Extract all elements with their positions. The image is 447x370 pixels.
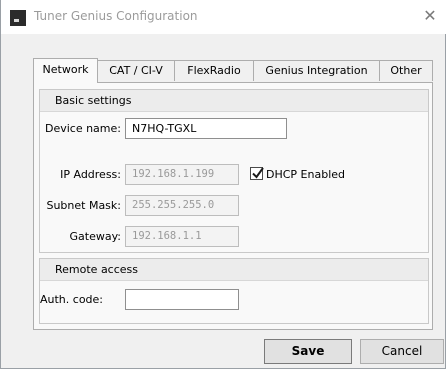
dhcp-checkbox[interactable] xyxy=(250,167,264,180)
subnet-mask-input[interactable]: 255.255.255.0 xyxy=(125,195,239,216)
subnet-mask-label: Subnet Mask: xyxy=(46,199,121,212)
remote-access-heading: Remote access xyxy=(40,259,428,281)
dhcp-label: DHCP Enabled xyxy=(266,168,346,181)
tab-network[interactable]: Network xyxy=(33,58,98,83)
config-window: Tuner Genius Configuration ✕ Network CAT… xyxy=(0,0,447,369)
gateway-label: Gateway: xyxy=(69,230,122,243)
remote-access-group: Remote access Auth. code: xyxy=(39,258,429,324)
ip-address-input[interactable]: 192.168.1.199 xyxy=(125,164,239,185)
app-icon xyxy=(10,10,26,26)
cancel-button[interactable]: Cancel xyxy=(360,339,444,364)
close-icon[interactable]: ✕ xyxy=(422,7,438,25)
tab-cat-civ[interactable]: CAT / CI-V xyxy=(97,60,175,81)
auth-code-label: Auth. code: xyxy=(40,293,104,306)
title-bar: Tuner Genius Configuration ✕ xyxy=(1,0,447,34)
gateway-input[interactable]: 192.168.1.1 xyxy=(125,226,239,247)
window-title: Tuner Genius Configuration xyxy=(34,9,198,23)
checkmark-icon xyxy=(252,167,264,179)
device-name-label: Device name: xyxy=(44,122,121,135)
basic-settings-heading: Basic settings xyxy=(40,90,428,112)
device-name-input[interactable]: N7HQ-TGXL xyxy=(125,118,287,139)
tab-genius-integration[interactable]: Genius Integration xyxy=(253,60,380,81)
basic-settings-group: Basic settings Device name: N7HQ-TGXL IP… xyxy=(39,89,429,253)
ip-address-label: IP Address: xyxy=(60,168,121,181)
tab-other[interactable]: Other xyxy=(379,60,433,81)
save-button[interactable]: Save xyxy=(264,339,352,364)
tab-flexradio[interactable]: FlexRadio xyxy=(174,60,254,81)
auth-code-input[interactable] xyxy=(125,289,239,310)
tab-panel-network: Basic settings Device name: N7HQ-TGXL IP… xyxy=(33,82,433,330)
